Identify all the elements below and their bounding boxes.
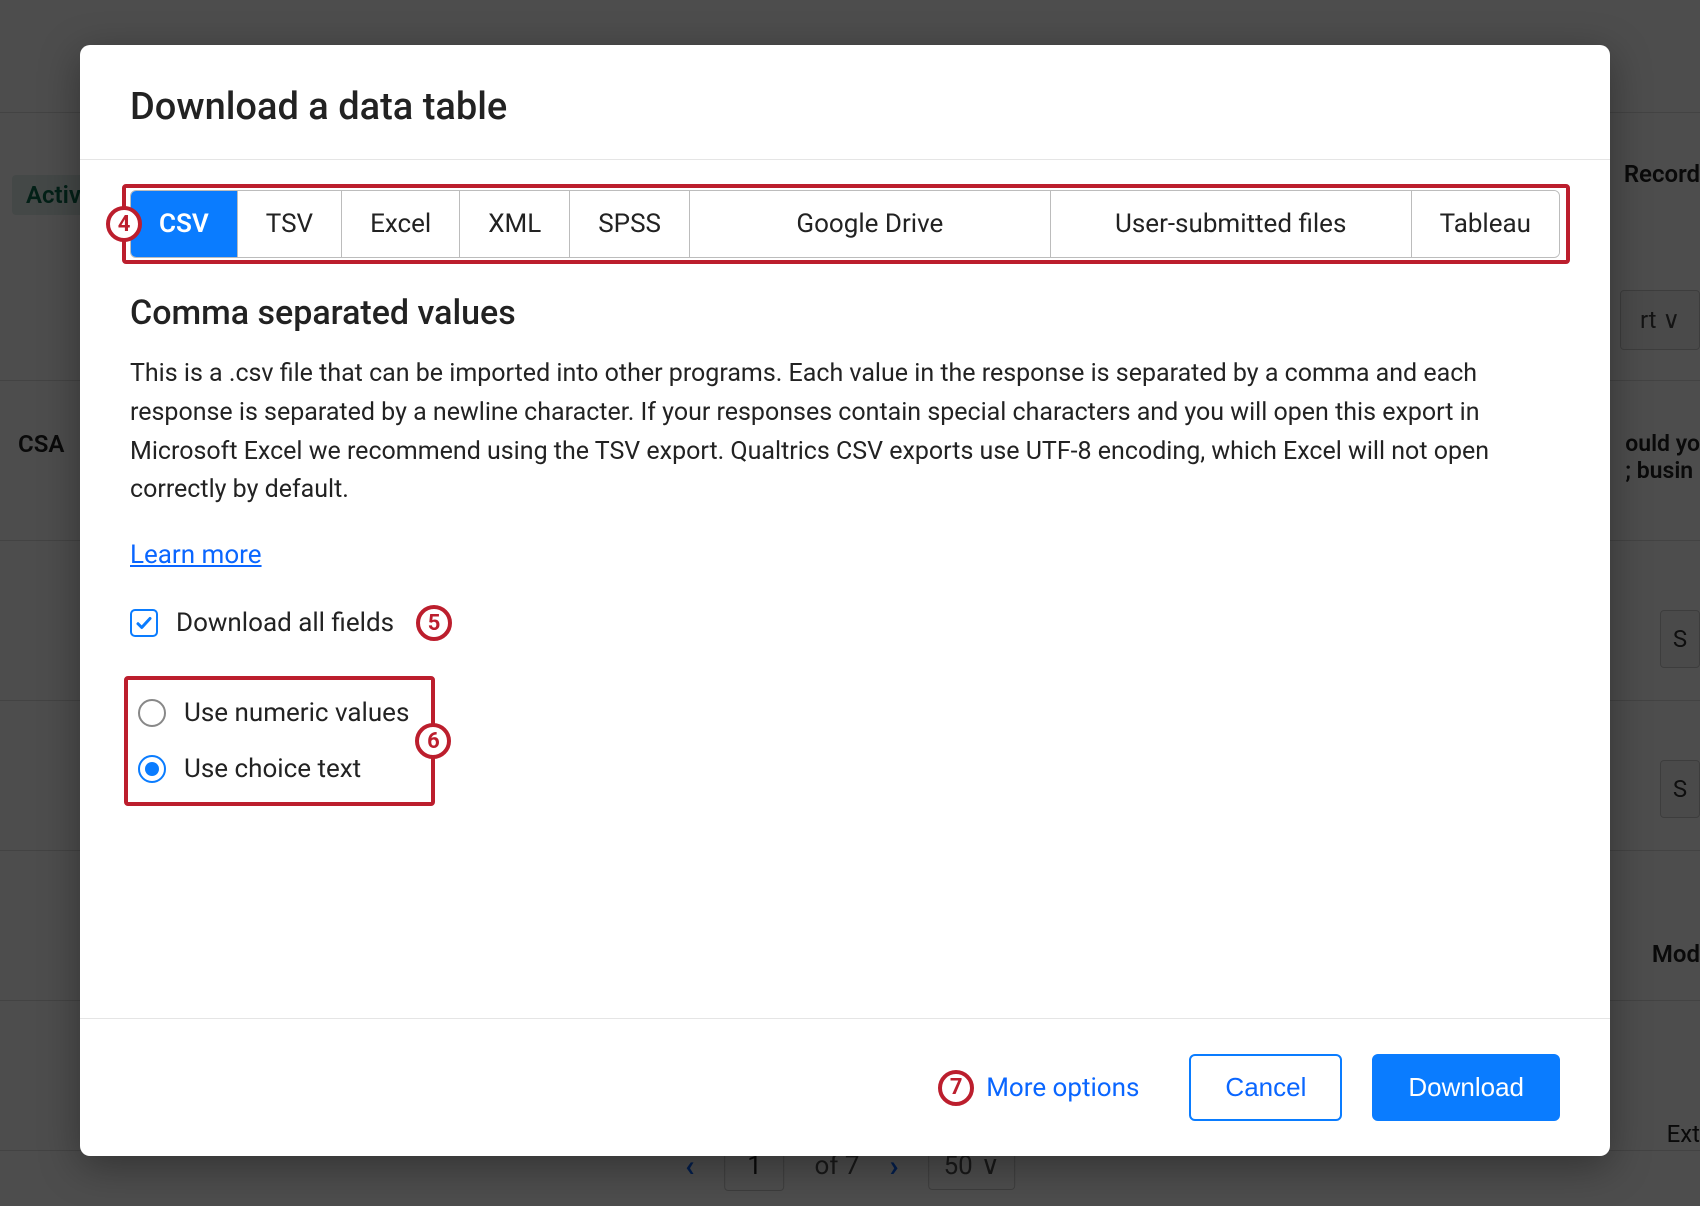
- download-all-fields-row: Download all fields 5: [130, 605, 452, 641]
- tab-xml[interactable]: XML: [460, 191, 570, 257]
- tab-excel[interactable]: Excel: [342, 191, 460, 257]
- format-tabs: CSV TSV Excel XML SPSS Google Drive User…: [130, 190, 1560, 258]
- modal-footer: 7 More options Cancel Download: [80, 1018, 1610, 1156]
- radio-row-numeric: Use numeric values: [138, 692, 409, 748]
- modal-body: 4 CSV TSV Excel XML SPSS Google Drive Us…: [80, 160, 1610, 1018]
- annotation-6: 6: [415, 723, 451, 759]
- tab-spss[interactable]: SPSS: [570, 191, 690, 257]
- tab-google-drive[interactable]: Google Drive: [690, 191, 1051, 257]
- format-section-title: Comma separated values: [130, 293, 1560, 333]
- download-all-fields-label: Download all fields: [176, 608, 394, 638]
- format-description: This is a .csv file that can be imported…: [130, 355, 1530, 510]
- tab-csv[interactable]: CSV: [131, 191, 238, 257]
- tab-tableau[interactable]: Tableau: [1412, 191, 1559, 257]
- radio-row-choice: Use choice text: [138, 748, 409, 790]
- more-options-label: More options: [986, 1073, 1139, 1103]
- learn-more-link[interactable]: Learn more: [130, 540, 262, 570]
- modal-header: Download a data table: [80, 45, 1610, 159]
- tab-tsv[interactable]: TSV: [238, 191, 342, 257]
- more-options-link[interactable]: 7 More options: [986, 1073, 1139, 1103]
- modal-title: Download a data table: [130, 85, 1560, 129]
- annotation-7: 7: [938, 1070, 974, 1106]
- format-tabs-container: 4 CSV TSV Excel XML SPSS Google Drive Us…: [130, 190, 1560, 258]
- download-all-fields-checkbox[interactable]: [130, 609, 158, 637]
- radio-choice-label: Use choice text: [184, 754, 361, 784]
- radio-numeric-label: Use numeric values: [184, 698, 409, 728]
- radio-use-choice-text[interactable]: [138, 755, 166, 783]
- download-data-table-modal: Download a data table 4 CSV TSV Excel XM…: [80, 45, 1610, 1156]
- radio-use-numeric-values[interactable]: [138, 699, 166, 727]
- cancel-button[interactable]: Cancel: [1189, 1054, 1342, 1121]
- check-icon: [135, 614, 153, 632]
- download-button[interactable]: Download: [1372, 1054, 1560, 1121]
- annotation-4: 4: [106, 206, 142, 242]
- tab-user-submitted-files[interactable]: User-submitted files: [1051, 191, 1412, 257]
- annotation-5: 5: [416, 605, 452, 641]
- value-format-radio-group: 6 Use numeric values Use choice text: [130, 676, 429, 806]
